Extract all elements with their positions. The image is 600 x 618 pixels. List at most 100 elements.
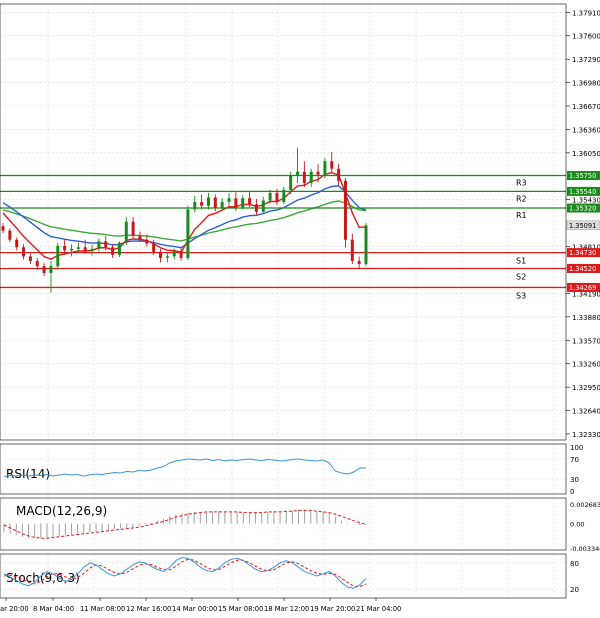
candle-body: [248, 198, 252, 205]
macd-tick-label: -0.003346: [570, 545, 600, 553]
candle-body: [124, 221, 128, 243]
candle-body: [22, 247, 26, 257]
candle-body: [83, 247, 87, 252]
candle-body: [200, 201, 204, 206]
candle-body: [234, 198, 238, 208]
candle-body: [159, 251, 163, 258]
candle-body: [97, 241, 101, 249]
candle-body: [179, 251, 183, 258]
candle-body: [117, 242, 121, 255]
candle-body: [76, 247, 80, 249]
candle-body: [364, 225, 368, 264]
macd-tick-label: 0.00: [570, 521, 584, 529]
price-chart[interactable]: R3R2R1S1S2S3 RSI(14) 10070300 MACD(12,26…: [0, 0, 600, 618]
candle[interactable]: [186, 205, 190, 261]
price-tick-label: 1.36670: [572, 103, 600, 111]
level-label-s2: S2: [516, 272, 526, 281]
candle-body: [323, 161, 327, 175]
price-tick-label: 1.32640: [572, 408, 600, 416]
macd-tick-label: 0.002683: [570, 501, 600, 509]
candle[interactable]: [56, 242, 60, 270]
rsi-tick-label: 100: [570, 444, 583, 452]
time-tick-label: 18 Mar 12:00: [264, 605, 309, 613]
price-tick-label: 1.37600: [572, 33, 600, 41]
level-label-s3: S3: [516, 291, 526, 300]
candle-body: [309, 171, 313, 184]
candle-body: [337, 168, 341, 181]
candle-body: [56, 245, 60, 267]
price-tick-label: 1.36980: [572, 80, 600, 88]
price-tick-label: 1.37910: [572, 9, 600, 17]
candle-body: [1, 226, 5, 231]
macd-title: MACD(12,26,9): [16, 504, 107, 518]
candle-body: [316, 171, 320, 175]
candle-body: [296, 171, 300, 176]
candle-body: [227, 198, 231, 202]
candle-body: [268, 192, 272, 201]
candle-body: [104, 241, 108, 248]
price-tick-label: 1.33880: [572, 314, 600, 322]
rsi-tick-label: 70: [570, 456, 579, 464]
candle-body: [42, 266, 46, 274]
time-tick-label: 12 Mar 16:00: [126, 605, 171, 613]
candle-body: [63, 245, 67, 251]
candle-body: [69, 248, 73, 251]
price-tick-label: 1.33570: [572, 337, 600, 345]
time-tick-label: 21 Mar 04:00: [356, 605, 401, 613]
candle-body: [186, 209, 190, 258]
price-tick-label: 1.32330: [572, 431, 600, 439]
candle-body: [213, 197, 217, 209]
candle-body: [220, 201, 224, 209]
price-tick-label: 1.33260: [572, 361, 600, 369]
price-tick-label: 1.36050: [572, 150, 600, 158]
time-tick-label: 11 Mar 08:00: [80, 605, 125, 613]
current-price-text: 1.35091: [569, 222, 596, 230]
rsi-tick-label: 0: [570, 488, 574, 496]
price-tick-label: 1.32950: [572, 384, 600, 392]
candle-body: [172, 251, 176, 257]
candle-body: [49, 266, 53, 274]
price-tick-label: 1.35430: [572, 197, 600, 205]
level-price-tag-text: 1.35320: [569, 205, 596, 213]
candle-body: [35, 260, 39, 267]
level-price-tag-text: 1.34269: [569, 284, 596, 292]
candle-body: [111, 247, 115, 255]
candle[interactable]: [364, 223, 368, 267]
stoch-tick-label: 20: [570, 586, 579, 594]
level-label-r2: R2: [516, 194, 527, 203]
candle-body: [343, 180, 347, 240]
candle-body: [282, 189, 286, 202]
level-price-tag-text: 1.34730: [569, 249, 596, 257]
candle-body: [330, 161, 334, 169]
candle-body: [193, 201, 197, 210]
time-tick-label: 15 Mar 08:00: [218, 605, 263, 613]
candle-body: [138, 235, 142, 240]
candle-body: [350, 239, 354, 261]
candle-body: [131, 221, 135, 236]
candle-body: [206, 197, 210, 206]
level-label-r3: R3: [516, 179, 527, 188]
candle-body: [28, 256, 32, 261]
candle-body: [261, 200, 265, 212]
candle-body: [15, 239, 19, 248]
candle-body: [357, 260, 361, 264]
candle-body: [289, 175, 293, 190]
price-tick-label: 1.37290: [572, 56, 600, 64]
candle-body: [8, 230, 12, 240]
candle-body: [302, 171, 306, 184]
price-tick-label: 1.36360: [572, 126, 600, 134]
level-price-tag-text: 1.35750: [569, 172, 596, 180]
time-tick-label: 8 Mar 04:00: [33, 605, 74, 613]
rsi-tick-label: 30: [570, 476, 579, 484]
candle[interactable]: [117, 241, 121, 258]
level-label-s1: S1: [516, 257, 526, 266]
level-label-r1: R1: [516, 211, 527, 220]
candle-body: [145, 239, 149, 244]
level-price-tag-text: 1.35540: [569, 188, 596, 196]
time-tick-label: 14 Mar 00:00: [172, 605, 217, 613]
time-tick-label: ar 20:00: [0, 605, 29, 613]
level-price-tag-text: 1.34520: [569, 265, 596, 273]
candle-body: [152, 243, 156, 252]
time-tick-label: 19 Mar 20:00: [310, 605, 355, 613]
candle[interactable]: [343, 177, 347, 248]
